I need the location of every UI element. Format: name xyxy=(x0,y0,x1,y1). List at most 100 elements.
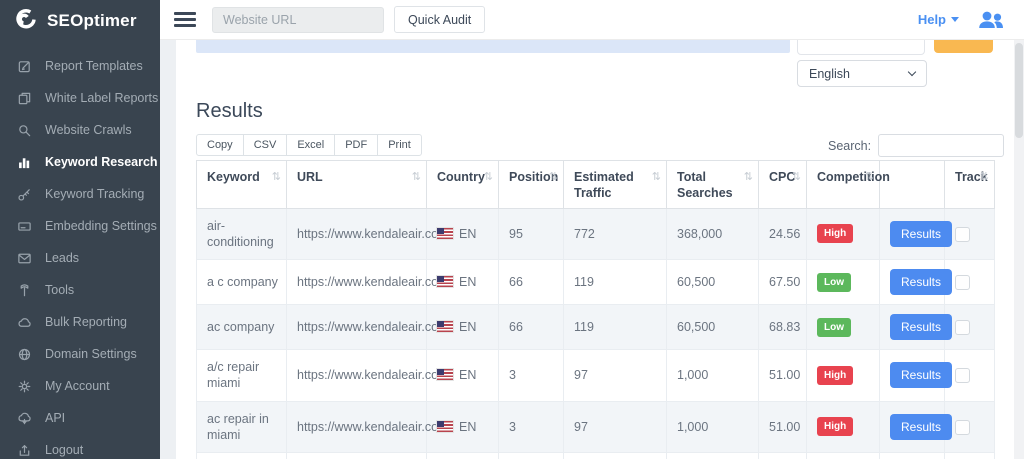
sidebar-item-tools[interactable]: Tools xyxy=(0,274,160,306)
keyword-cell: ac repair in miami xyxy=(197,401,287,453)
col-header-competition[interactable]: Competition⇅ xyxy=(807,161,880,209)
sidebar-item-label: API xyxy=(45,411,65,425)
website-url-input[interactable] xyxy=(212,7,384,33)
us-flag-icon xyxy=(437,421,453,432)
sidebar-item-label: Embedding Settings xyxy=(45,219,157,233)
action-cell: Results xyxy=(880,305,945,350)
brand-logo[interactable]: SEOptimer xyxy=(0,0,160,42)
country-cell: EN xyxy=(427,260,499,305)
sort-icon[interactable]: ⇅ xyxy=(792,170,801,184)
position-cell: 66 xyxy=(499,260,564,305)
sort-icon[interactable]: ⇅ xyxy=(484,170,493,184)
estimated-traffic-cell: 97 xyxy=(564,350,667,402)
total-searches-cell: 1,000 xyxy=(667,401,759,453)
help-menu[interactable]: Help xyxy=(918,12,959,27)
export-excel-button[interactable]: Excel xyxy=(286,134,335,156)
sort-icon[interactable]: ⇅ xyxy=(652,170,661,184)
keyword-cell: air-conditioning xyxy=(197,208,287,260)
results-button[interactable]: Results xyxy=(890,362,952,388)
sidebar-item-bulk-reporting[interactable]: Bulk Reporting xyxy=(0,306,160,338)
search-label: Search: xyxy=(828,139,871,153)
sort-icon[interactable]: ⇅ xyxy=(744,170,753,184)
estimated-traffic-cell: 97 xyxy=(564,453,667,459)
sidebar-item-white-label-reports[interactable]: White Label Reports xyxy=(0,82,160,114)
col-header-url[interactable]: URL⇅ xyxy=(287,161,427,209)
cloud-api-icon xyxy=(16,410,32,426)
col-header-track[interactable]: Track⇅ xyxy=(945,161,995,209)
sidebar-item-report-templates[interactable]: Report Templates xyxy=(0,50,160,82)
sort-icon[interactable]: ⇅ xyxy=(412,170,421,184)
col-header-estimated-traffic[interactable]: Estimated Traffic⇅ xyxy=(564,161,667,209)
brand-name: SEOptimer xyxy=(47,11,137,31)
export-pdf-button[interactable]: PDF xyxy=(334,134,378,156)
col-header-total-searches[interactable]: Total Searches⇅ xyxy=(667,161,759,209)
sidebar-item-logout[interactable]: Logout xyxy=(0,434,160,459)
export-copy-button[interactable]: Copy xyxy=(196,134,244,156)
main-content: English Results CopyCSVExcelPDFPrint Sea… xyxy=(176,40,1014,459)
language-selected-value: English xyxy=(809,67,850,81)
table-row: ac companyhttps://www.kendaleair.com/EN6… xyxy=(197,305,995,350)
gear-icon xyxy=(16,378,32,394)
export-button-group: CopyCSVExcelPDFPrint xyxy=(196,134,422,156)
sidebar-item-api[interactable]: API xyxy=(0,402,160,434)
sidebar-item-label: White Label Reports xyxy=(45,91,158,105)
track-checkbox[interactable] xyxy=(955,368,970,383)
total-searches-cell: 1,000 xyxy=(667,350,759,402)
results-button[interactable]: Results xyxy=(890,269,952,295)
sidebar-item-leads[interactable]: Leads xyxy=(0,242,160,274)
cpc-cell: 68.83 xyxy=(759,305,807,350)
keyword-textarea-partial[interactable] xyxy=(196,40,790,53)
us-flag-icon xyxy=(437,276,453,287)
sidebar-item-keyword-tracking[interactable]: Keyword Tracking xyxy=(0,178,160,210)
results-button[interactable]: Results xyxy=(890,221,952,247)
vertical-scrollbar[interactable] xyxy=(1014,40,1024,459)
scrollbar-thumb[interactable] xyxy=(1015,43,1023,138)
export-csv-button[interactable]: CSV xyxy=(243,134,288,156)
sidebar-item-my-account[interactable]: My Account xyxy=(0,370,160,402)
competition-cell: High xyxy=(807,453,880,459)
competition-cell: Low xyxy=(807,305,880,350)
estimated-traffic-cell: 119 xyxy=(564,260,667,305)
search-input[interactable] xyxy=(878,134,1004,157)
topbar: Quick Audit Help xyxy=(160,0,1024,40)
sort-icon[interactable]: ⇅ xyxy=(272,170,281,184)
menu-toggle-icon[interactable] xyxy=(174,12,196,27)
sidebar-item-keyword-research[interactable]: Keyword Research xyxy=(0,146,160,178)
sort-icon[interactable]: ⇅ xyxy=(865,170,874,184)
sidebar-item-embedding-settings[interactable]: Embedding Settings xyxy=(0,210,160,242)
competition-badge: High xyxy=(817,417,853,436)
language-select[interactable]: English xyxy=(797,60,927,87)
total-searches-cell: 60,500 xyxy=(667,260,759,305)
sidebar-item-domain-settings[interactable]: Domain Settings xyxy=(0,338,160,370)
us-flag-icon xyxy=(437,228,453,239)
country-cell: EN xyxy=(427,453,499,459)
users-icon[interactable] xyxy=(976,9,1006,31)
track-checkbox[interactable] xyxy=(955,320,970,335)
url-cell: https://www.kendaleair.com/ xyxy=(287,208,427,260)
col-header-country[interactable]: Country⇅ xyxy=(427,161,499,209)
col-header-keyword[interactable]: Keyword⇅ xyxy=(197,161,287,209)
bar-chart-icon xyxy=(16,154,32,170)
track-checkbox[interactable] xyxy=(955,420,970,435)
table-row: ac repairs miamihttps://www.kendaleair.c… xyxy=(197,453,995,459)
track-checkbox[interactable] xyxy=(955,227,970,242)
results-button[interactable]: Results xyxy=(890,314,952,340)
country-cell: EN xyxy=(427,401,499,453)
seoptimer-gear-icon xyxy=(13,7,39,36)
sidebar-item-website-crawls[interactable]: Website Crawls xyxy=(0,114,160,146)
col-header-position[interactable]: Position⇅ xyxy=(499,161,564,209)
keyword-results-table: Keyword⇅URL⇅Country⇅Position⇅Estimated T… xyxy=(196,160,995,459)
quick-audit-button[interactable]: Quick Audit xyxy=(394,6,485,33)
sidebar-item-label: Logout xyxy=(45,443,83,457)
export-print-button[interactable]: Print xyxy=(377,134,422,156)
sort-icon[interactable]: ⇅ xyxy=(549,170,558,184)
col-header-cpc[interactable]: CPC⇅ xyxy=(759,161,807,209)
competition-badge: High xyxy=(817,366,853,385)
url-cell: https://www.kendaleair.com/ xyxy=(287,260,427,305)
action-cell: Results xyxy=(880,208,945,260)
sort-icon[interactable]: ⇅ xyxy=(980,170,989,184)
results-button[interactable]: Results xyxy=(890,414,952,440)
country-cell: EN xyxy=(427,350,499,402)
track-checkbox[interactable] xyxy=(955,275,970,290)
cloud-icon xyxy=(16,314,32,330)
